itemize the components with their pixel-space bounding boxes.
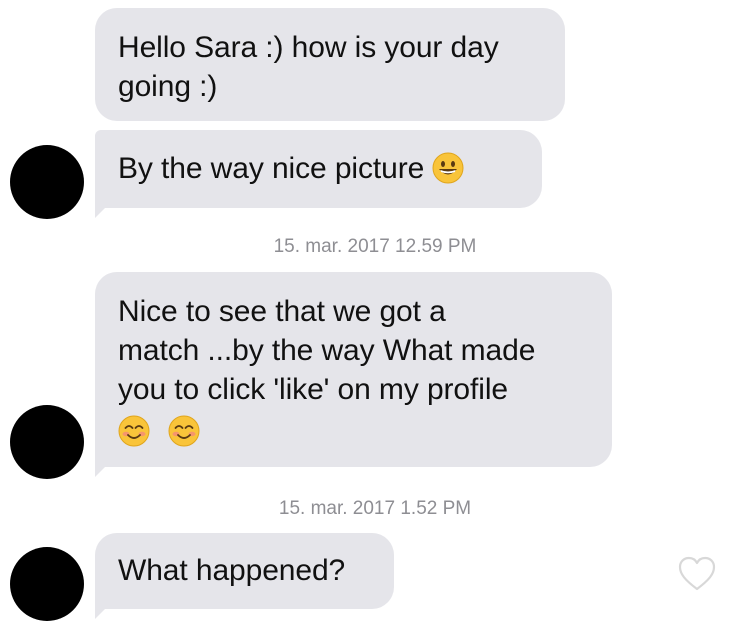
message-text-line: Nice to see that we got a: [118, 295, 446, 328]
message-text-line: going :): [118, 70, 218, 103]
message-text: By the way nice picture: [118, 152, 425, 185]
message-text-line: you to click 'like' on my profile: [118, 373, 508, 406]
message-text: What happened?: [118, 554, 346, 587]
smiling-face-with-smiling-eyes-emoji: [168, 415, 200, 447]
message-bubble[interactable]: By the way nice picture: [95, 130, 542, 218]
heart-outline-icon[interactable]: [677, 555, 717, 593]
smiling-face-with-smiling-eyes-emoji: [118, 415, 150, 447]
avatar[interactable]: [10, 405, 84, 479]
message-bubble[interactable]: What happened?: [95, 533, 394, 619]
avatar[interactable]: [10, 145, 84, 219]
message-bubble[interactable]: Hello Sara :) how is your day going :): [95, 8, 565, 121]
message-bubble[interactable]: Nice to see that we got a match ...by th…: [95, 272, 612, 477]
timestamp: 15. mar. 2017 12.59 PM: [273, 236, 477, 257]
message-text-line: Hello Sara :) how is your day: [118, 31, 499, 64]
avatar[interactable]: [10, 547, 84, 621]
grinning-face-emoji: [432, 152, 464, 184]
message-text-line: match ...by the way What made: [118, 334, 536, 367]
emoji-line: [118, 409, 588, 451]
timestamp: 15. mar. 2017 1.52 PM: [278, 498, 472, 519]
